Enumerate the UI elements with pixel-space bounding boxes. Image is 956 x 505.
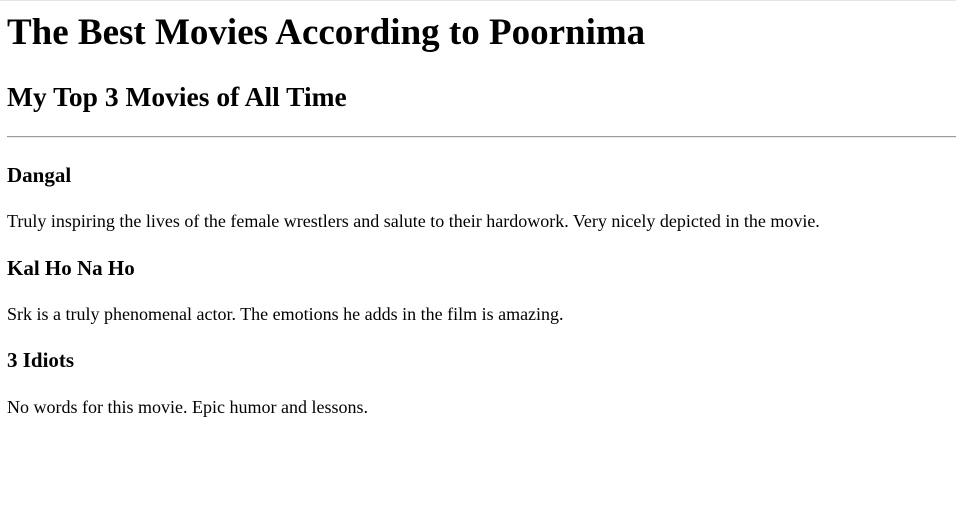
top-edge-divider <box>0 0 956 1</box>
movie-description-3-idiots: No words for this movie. Epic humor and … <box>7 397 368 417</box>
movie-title-dangal: Dangal <box>7 163 72 187</box>
movie-title-3-idiots: 3 Idiots <box>7 348 75 372</box>
movie-description-kal-ho-na-ho: Srk is a truly phenomenal actor. The emo… <box>7 304 564 324</box>
page-subtitle: My Top 3 Movies of All Time <box>7 81 347 112</box>
page-title: The Best Movies According to Poornima <box>7 12 646 53</box>
horizontal-rule <box>7 136 956 138</box>
page: The Best Movies According to Poornima My… <box>0 0 956 505</box>
movie-title-kal-ho-na-ho: Kal Ho Na Ho <box>7 256 135 280</box>
movie-description-dangal: Truly inspiring the lives of the female … <box>7 211 820 231</box>
